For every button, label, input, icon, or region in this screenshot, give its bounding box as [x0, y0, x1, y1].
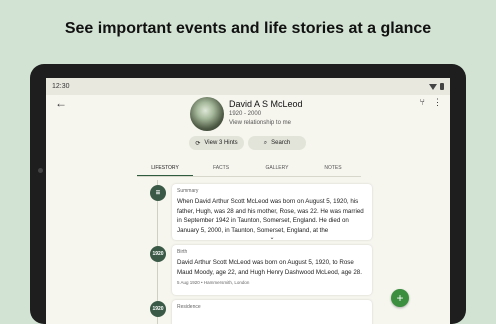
- birth-card[interactable]: Birth David Arthur Scott McLeod was born…: [172, 245, 372, 295]
- battery-icon: [440, 83, 444, 90]
- plus-icon: +: [396, 291, 404, 305]
- card-title: Birth: [177, 249, 188, 255]
- search-icon: ⌕: [263, 139, 268, 146]
- residence-card[interactable]: Residence: [172, 300, 372, 324]
- card-text: When David Arthur Scott McLeod was born …: [177, 198, 364, 234]
- status-time: 12:30: [52, 83, 70, 90]
- tab-gallery[interactable]: GALLERY: [249, 162, 305, 176]
- search-button[interactable]: ⌕ Search: [248, 136, 306, 150]
- timeline-year-badge: 1920: [150, 301, 166, 317]
- view-hints-button[interactable]: ⟳ View 3 Hints: [189, 136, 244, 150]
- family-tree-icon[interactable]: ⑂: [420, 97, 425, 108]
- profile-header: ← ⑂ ⋮ David A S McLeod 1920 - 2000 View …: [46, 95, 450, 155]
- person-name: David A S McLeod: [229, 99, 303, 109]
- toolbar-actions: ⑂ ⋮: [420, 97, 442, 108]
- sync-icon: ⟳: [195, 140, 201, 147]
- avatar[interactable]: [190, 97, 224, 131]
- card-title: Residence: [177, 304, 201, 310]
- tab-notes[interactable]: NOTES: [305, 162, 361, 176]
- timeline-year-badge: 1920: [150, 246, 166, 262]
- card-title: Summary: [177, 188, 199, 194]
- status-icons: [429, 83, 444, 90]
- chevron-down-icon[interactable]: ⌄: [177, 235, 367, 241]
- wifi-icon: [429, 83, 437, 90]
- card-text: David Arthur Scott McLeod was born on Au…: [177, 259, 362, 276]
- relationship-link[interactable]: View relationship to me: [229, 120, 291, 126]
- add-fab-button[interactable]: +: [391, 289, 409, 307]
- more-menu-icon[interactable]: ⋮: [433, 97, 442, 108]
- tab-bar: LIFESTORY FACTS GALLERY NOTES: [137, 162, 361, 177]
- card-meta: 5 Aug 1920 • Hammersmith, London: [177, 280, 250, 285]
- search-label: Search: [271, 140, 291, 146]
- tab-facts[interactable]: FACTS: [193, 162, 249, 176]
- summary-node-icon: ☰: [150, 185, 166, 201]
- camera-dot: [38, 168, 43, 173]
- headline: See important events and life stories at…: [64, 20, 432, 37]
- status-bar: 12:30: [46, 78, 450, 95]
- summary-card[interactable]: Summary When David Arthur Scott McLeod w…: [172, 184, 372, 241]
- life-dates: 1920 - 2000: [229, 111, 262, 117]
- view-hints-label: View 3 Hints: [204, 140, 238, 146]
- app-screen: 12:30 ← ⑂ ⋮ David A S McLeod 1920 - 2000…: [46, 78, 450, 324]
- back-arrow-icon[interactable]: ←: [55, 96, 67, 110]
- tab-lifestory[interactable]: LIFESTORY: [137, 162, 193, 176]
- tablet-frame: 12:30 ← ⑂ ⋮ David A S McLeod 1920 - 2000…: [30, 64, 466, 324]
